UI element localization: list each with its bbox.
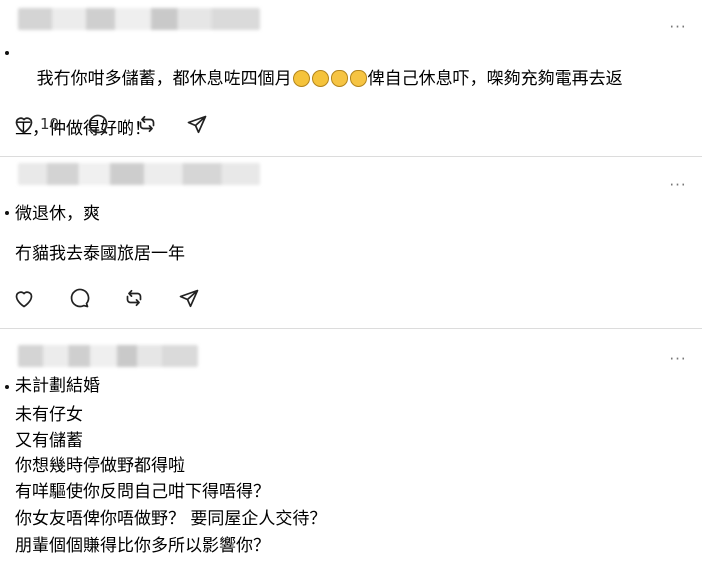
post-text-line1: 微退休，爽 [15, 204, 100, 224]
post-3: ··· 未計劃結婚 未有仔女 又有儲蓄 你想幾時停做野都得啦 有咩驅使你反問自己… [0, 329, 702, 569]
post-actions [12, 285, 227, 311]
repost-button[interactable] [122, 286, 146, 310]
more-options-icon[interactable]: ··· [668, 178, 688, 193]
share-button[interactable] [177, 286, 201, 310]
post-text-line: 有咩驅使你反問自己咁下得唔得？ [15, 482, 270, 502]
like-count: 10 [40, 115, 60, 133]
repost-icon [139, 115, 155, 133]
post-text-line: 你想幾時停做野都得啦 [15, 456, 185, 476]
author-name-redacted [18, 163, 260, 185]
bullet-dot [5, 51, 9, 55]
post-1: ··· 我冇你咁多儲蓄，都休息咗四個月 俾自己休息吓，㗎夠充夠電再去返 工，仲做得… [0, 0, 702, 155]
comment-icon [70, 288, 90, 308]
post-text-line1-tail: 俾自己休息吓，㗎夠充夠電再去返 [367, 69, 623, 89]
share-button[interactable] [185, 112, 209, 136]
grin-emoji-icon [311, 70, 329, 87]
post-2: ··· 微退休，爽 冇貓我去泰國旅居一年 [0, 157, 702, 327]
post-text: 我冇你咁多儲蓄，都休息咗四個月 俾自己休息吓，㗎夠充夠電再去返 工，仲做得好啲！ [15, 42, 623, 167]
post-text-line: 未有仔女 [15, 405, 83, 425]
post-text-line2: 冇貓我去泰國旅居一年 [15, 244, 185, 264]
like-button[interactable] [12, 286, 36, 310]
share-icon [179, 289, 199, 308]
author-name-redacted [18, 345, 198, 367]
comment-button[interactable] [67, 286, 91, 310]
more-options-icon[interactable]: ··· [668, 352, 688, 367]
heart-icon [15, 117, 33, 134]
ok-hand-emoji-icon [349, 70, 367, 87]
bullet-dot [5, 211, 9, 215]
ok-hand-emoji-icon [330, 70, 348, 87]
post-text-line: 又有儲蓄 [15, 431, 83, 451]
heart-icon [15, 291, 33, 308]
post-actions: 10 [12, 111, 235, 137]
comment-icon [88, 114, 108, 134]
like-button[interactable]: 10 [12, 112, 59, 136]
more-options-icon[interactable]: ··· [668, 20, 688, 35]
post-text-line1: 我冇你咁多儲蓄，都休息咗四個月 [36, 69, 292, 89]
post-text-line: 未計劃結婚 [15, 376, 100, 396]
comment-button[interactable] [85, 112, 109, 136]
post-text-line: 朋輩個個賺得比你多所以影響你？ [15, 536, 270, 556]
share-icon [187, 115, 207, 134]
post-text-line: 你女友唔俾你唔做野？ 要同屋企人交待？ [15, 509, 327, 529]
author-name-redacted [18, 8, 260, 30]
repost-button[interactable] [135, 112, 159, 136]
bullet-dot [5, 385, 9, 389]
repost-icon [126, 289, 142, 307]
grin-emoji-icon [292, 70, 310, 87]
